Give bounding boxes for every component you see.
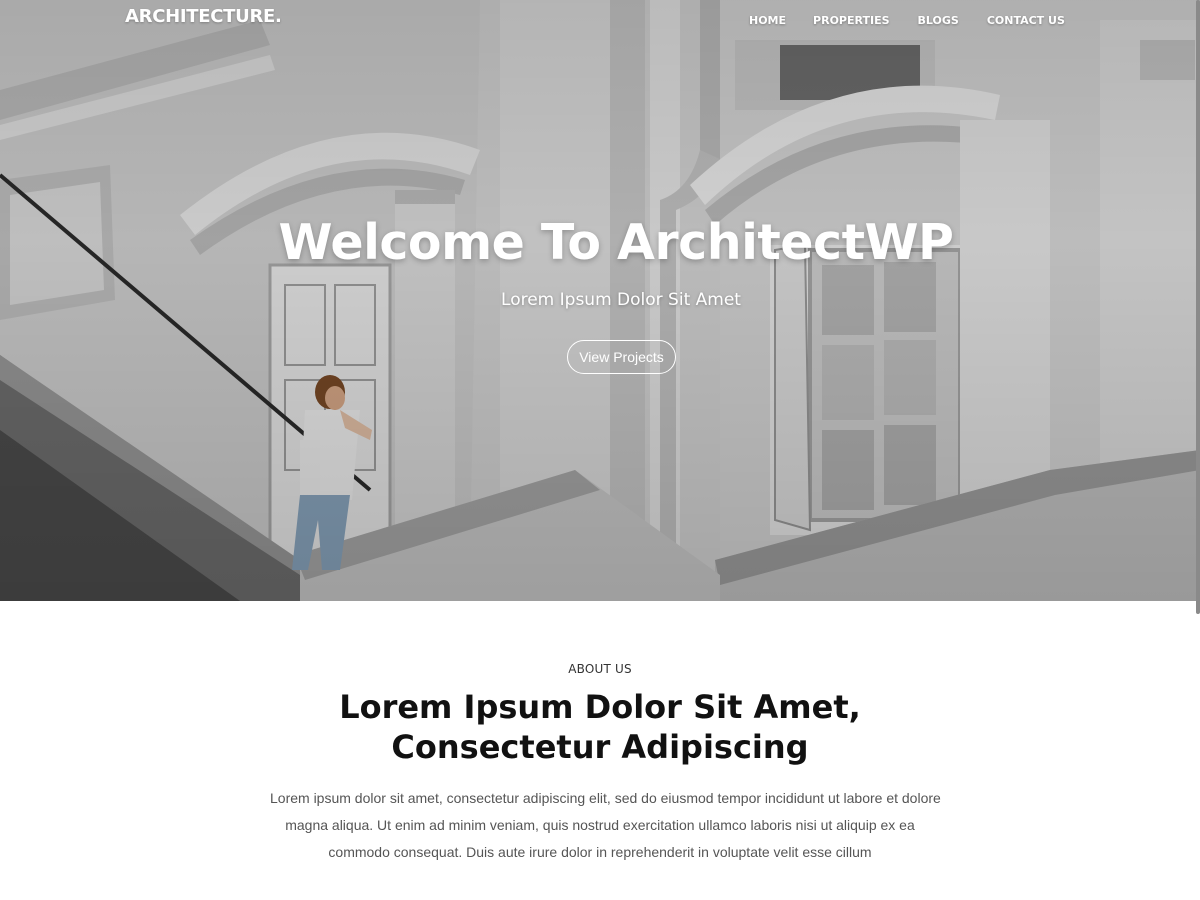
about-body-line-2: magna aliqua. Ut enim ad minim veniam, q… [285,817,915,833]
about-title: Lorem Ipsum Dolor Sit Amet, Consectetur … [0,687,1200,767]
site-logo[interactable]: ARCHITECTURE. [125,6,282,27]
about-body-text: Lorem ipsum dolor sit amet, consectetur … [270,785,941,866]
view-projects-button[interactable]: View Projects [567,340,676,374]
scrollbar-thumb[interactable] [1196,0,1200,614]
about-eyebrow: ABOUT US [568,662,632,676]
main-nav: HOME PROPERTIES BLOGS CONTACT US [749,14,1065,27]
nav-item-properties[interactable]: PROPERTIES [813,14,889,27]
hero-title: Welcome To ArchitectWP [278,214,954,271]
nav-item-contact-us[interactable]: CONTACT US [987,14,1065,27]
about-title-line-2: Consectetur Adipiscing [391,728,809,766]
hero-section: ARCHITECTURE. HOME PROPERTIES BLOGS CONT… [0,0,1200,601]
nav-item-home[interactable]: HOME [749,14,786,27]
nav-item-blogs[interactable]: BLOGS [918,14,959,27]
about-body-line-1: Lorem ipsum dolor sit amet, consectetur … [270,790,941,806]
about-body-line-3: commodo consequat. Duis aute irure dolor… [328,844,872,860]
hero-subtitle: Lorem Ipsum Dolor Sit Amet [501,290,741,310]
about-title-line-1: Lorem Ipsum Dolor Sit Amet, [339,688,861,726]
